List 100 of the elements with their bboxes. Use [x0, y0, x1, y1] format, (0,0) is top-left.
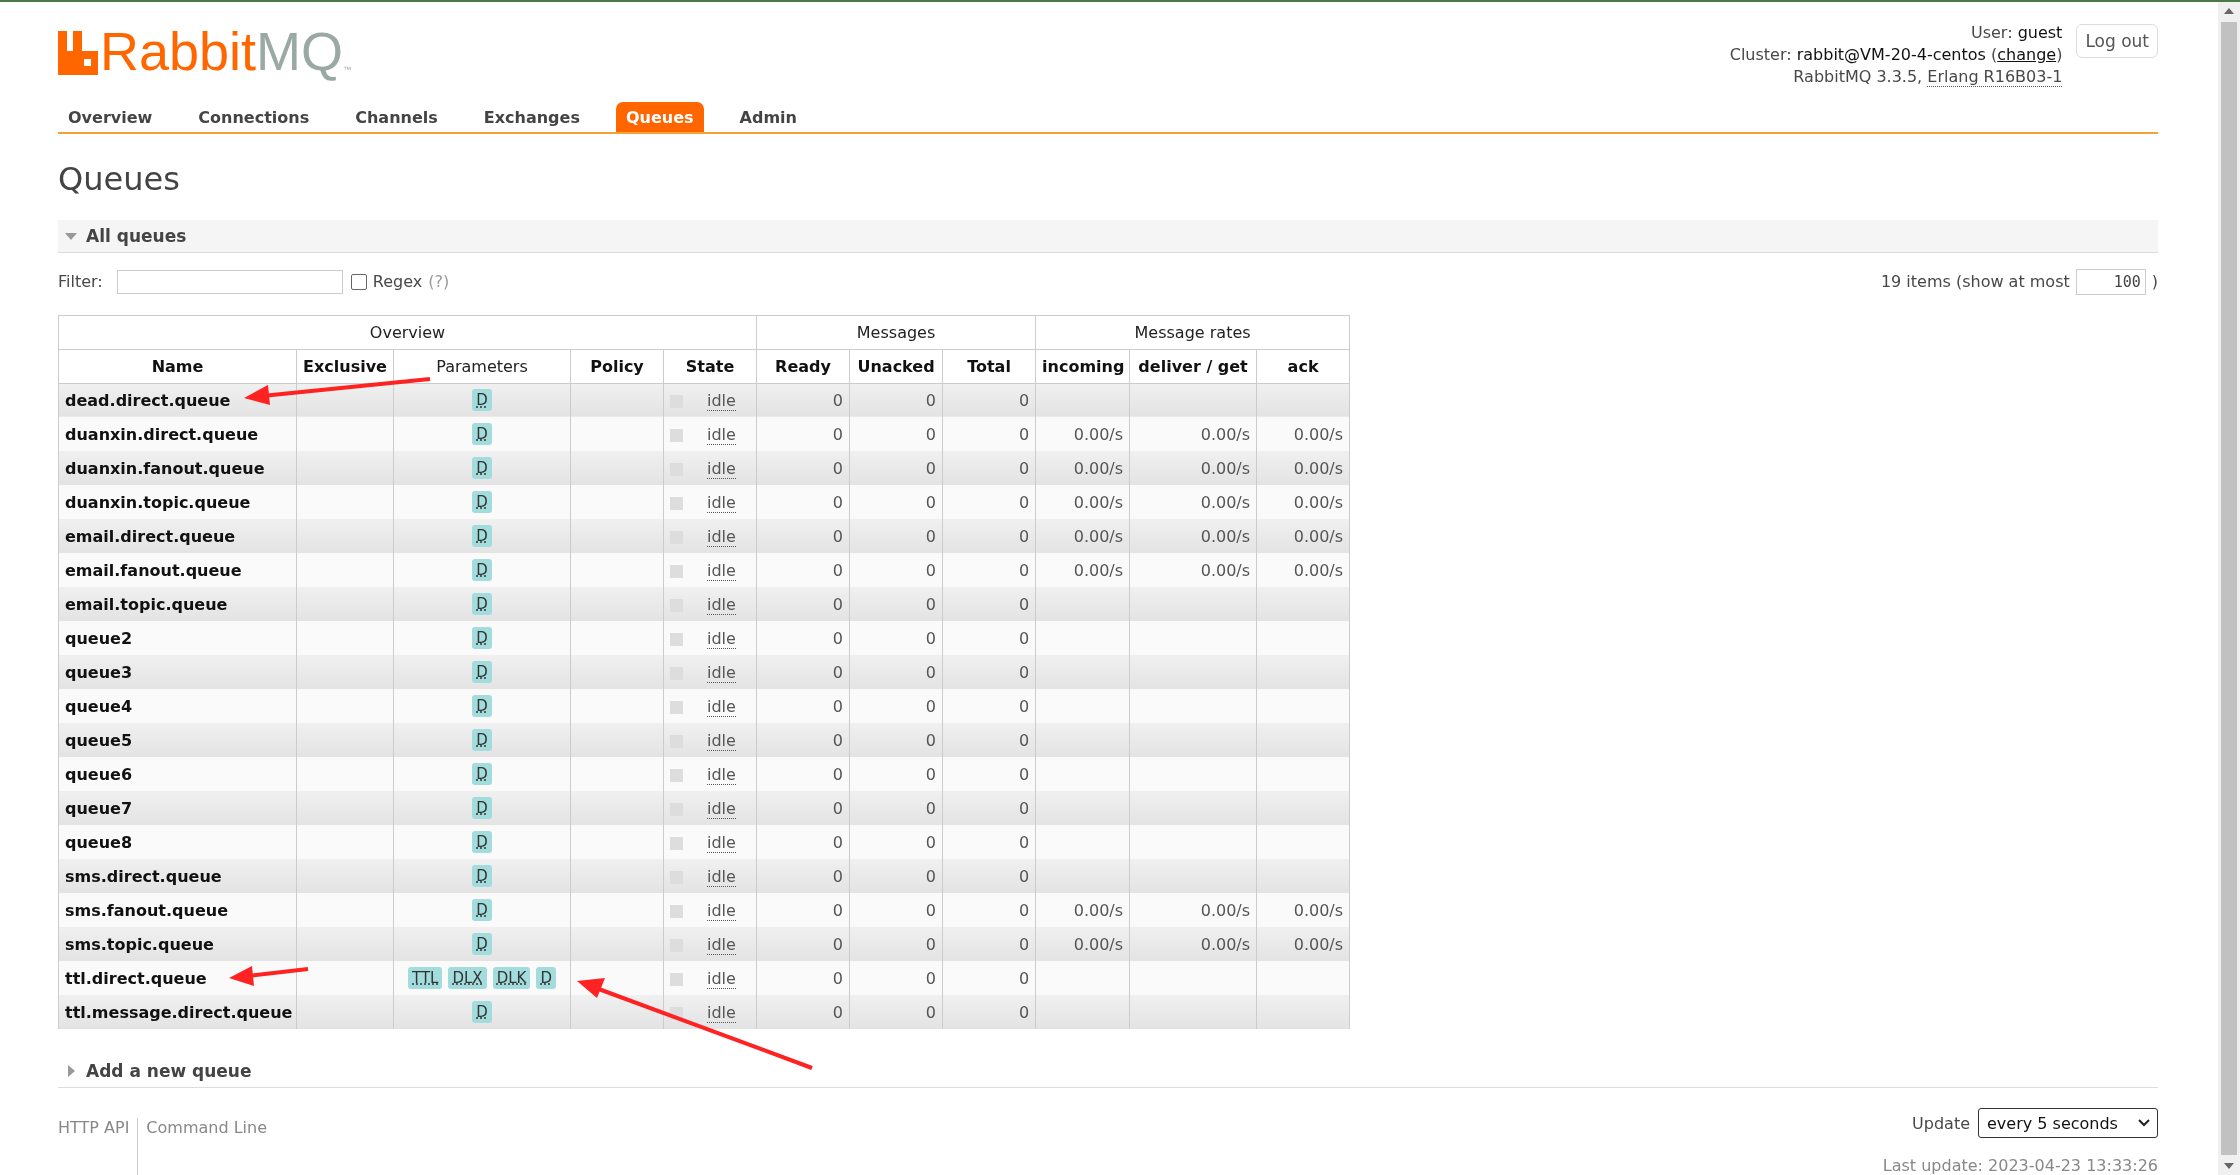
table-cell: 0 [925, 526, 937, 546]
table-cell: 0.00/s [1073, 492, 1124, 512]
queue-name[interactable]: duanxin.fanout.queue [58, 451, 297, 486]
regex-checkbox[interactable] [350, 273, 367, 290]
state-text: idle [707, 594, 736, 615]
column-header: ack [1256, 349, 1350, 384]
table-cell: 0 [925, 560, 937, 580]
section-title: Add a new queue [86, 1061, 252, 1082]
queue-name[interactable]: duanxin.topic.queue [58, 485, 297, 520]
table-cell: 0 [1018, 390, 1030, 410]
paren: ) [2151, 272, 2158, 292]
state-text: idle [707, 662, 736, 683]
column-header: incoming [1035, 349, 1130, 384]
queue-name[interactable]: queue8 [58, 825, 297, 860]
section-header[interactable]: All queues [58, 219, 2158, 253]
parameter-tag: D [472, 729, 492, 752]
table-cell: 0.00/s [1200, 526, 1251, 546]
table-cell: 0 [1018, 628, 1030, 648]
table-cell: 0 [1018, 458, 1030, 478]
table-cell: 0 [1018, 662, 1030, 682]
column-header: Ready [756, 349, 850, 384]
table-cell: 0.00/s [1200, 560, 1251, 580]
table-cell: 0 [1018, 560, 1030, 580]
column-header: Unacked [849, 349, 943, 384]
status-square [670, 428, 683, 442]
nav-tab[interactable]: Admin [729, 101, 807, 132]
table-cell: 0.00/s [1073, 900, 1124, 920]
user-label: User: [1970, 23, 2013, 42]
parameter-tag: D [472, 423, 492, 446]
table-cell: 0.00/s [1073, 526, 1124, 546]
status-square [670, 700, 683, 714]
parameter-tag: D [472, 559, 492, 582]
table-cell: 0.00/s [1293, 424, 1344, 444]
state-text: idle [707, 968, 736, 989]
scroll-down-icon[interactable] [2222, 1161, 2236, 1171]
table-cell: 0 [832, 730, 844, 750]
table-cell: 0 [832, 458, 844, 478]
queue-name[interactable]: queue5 [58, 723, 297, 758]
column-group-header: Overview [58, 315, 757, 350]
state-text: idle [707, 458, 736, 479]
queue-name[interactable]: email.fanout.queue [58, 553, 297, 588]
queue-name[interactable]: sms.direct.queue [58, 859, 297, 894]
logout-button[interactable]: Log out [2076, 24, 2158, 58]
nav-tab[interactable]: Connections [188, 101, 320, 132]
queue-name[interactable]: email.direct.queue [58, 519, 297, 554]
regex-label: Regex [372, 272, 423, 292]
table-cell: 0 [1018, 696, 1030, 716]
queue-name[interactable]: dead.direct.queue [58, 383, 297, 418]
footer-link[interactable]: HTTP API [58, 1118, 138, 1175]
parameter-tag: DLX [448, 967, 487, 990]
page-title: Queues [58, 159, 181, 198]
filter-label: Filter: [58, 272, 103, 292]
table-cell: 0 [832, 798, 844, 818]
column-header: Policy [570, 349, 664, 384]
table-cell: 0 [832, 934, 844, 954]
update-select[interactable]: every 5 seconds [1978, 1108, 2158, 1138]
table-cell: 0 [1018, 730, 1030, 750]
state-text: idle [707, 1002, 736, 1023]
queue-name[interactable]: duanxin.direct.queue [58, 417, 297, 452]
parameter-tag: DLK [492, 967, 531, 990]
table-cell: 0 [925, 968, 937, 988]
state-text: idle [707, 628, 736, 649]
queue-name[interactable]: queue7 [58, 791, 297, 826]
status-square [670, 836, 683, 850]
queue-name[interactable]: ttl.message.direct.queue [58, 995, 297, 1030]
version-text: RabbitMQ 3.3.5, [1793, 67, 1923, 86]
logo-icon [58, 31, 98, 75]
table-cell: 0 [832, 492, 844, 512]
queue-name[interactable]: queue6 [58, 757, 297, 792]
queue-name[interactable]: ttl.direct.queue [58, 961, 297, 996]
table-cell: 0 [1018, 526, 1030, 546]
scroll-up-icon[interactable] [2222, 6, 2236, 16]
parameter-tag: D [536, 967, 556, 990]
filter-field[interactable] [116, 269, 343, 294]
status-square [670, 768, 683, 782]
parameter-tag: D [472, 1001, 492, 1024]
scrollbar[interactable] [2218, 2, 2240, 1175]
parameter-tag: D [472, 695, 492, 718]
table-cell: 0 [1018, 764, 1030, 784]
table-cell: 0.00/s [1293, 492, 1344, 512]
table-cell: 0.00/s [1073, 458, 1124, 478]
table-cell: 0.00/s [1073, 934, 1124, 954]
table-cell: 0 [925, 730, 937, 750]
state-text: idle [707, 696, 736, 717]
queue-name[interactable]: sms.fanout.queue [58, 893, 297, 928]
queue-name[interactable]: queue4 [58, 689, 297, 724]
nav-tab[interactable]: Overview [58, 101, 163, 132]
column-header: deliver / get [1129, 349, 1257, 384]
change-link[interactable]: change [1997, 45, 2057, 64]
queue-name[interactable]: queue3 [58, 655, 297, 690]
queue-name[interactable]: sms.topic.queue [58, 927, 297, 962]
queue-name[interactable]: email.topic.queue [58, 587, 297, 622]
max-items-field[interactable]: 100 [2075, 268, 2146, 295]
nav-tab[interactable]: Channels [345, 101, 448, 132]
paren: ) [2056, 45, 2063, 64]
queue-name[interactable]: queue2 [58, 621, 297, 656]
table-cell: 0 [925, 390, 937, 410]
nav-tab[interactable]: Exchanges [473, 101, 590, 132]
footer-link[interactable]: Command Line [137, 1118, 275, 1175]
table-cell: 0 [925, 866, 937, 886]
